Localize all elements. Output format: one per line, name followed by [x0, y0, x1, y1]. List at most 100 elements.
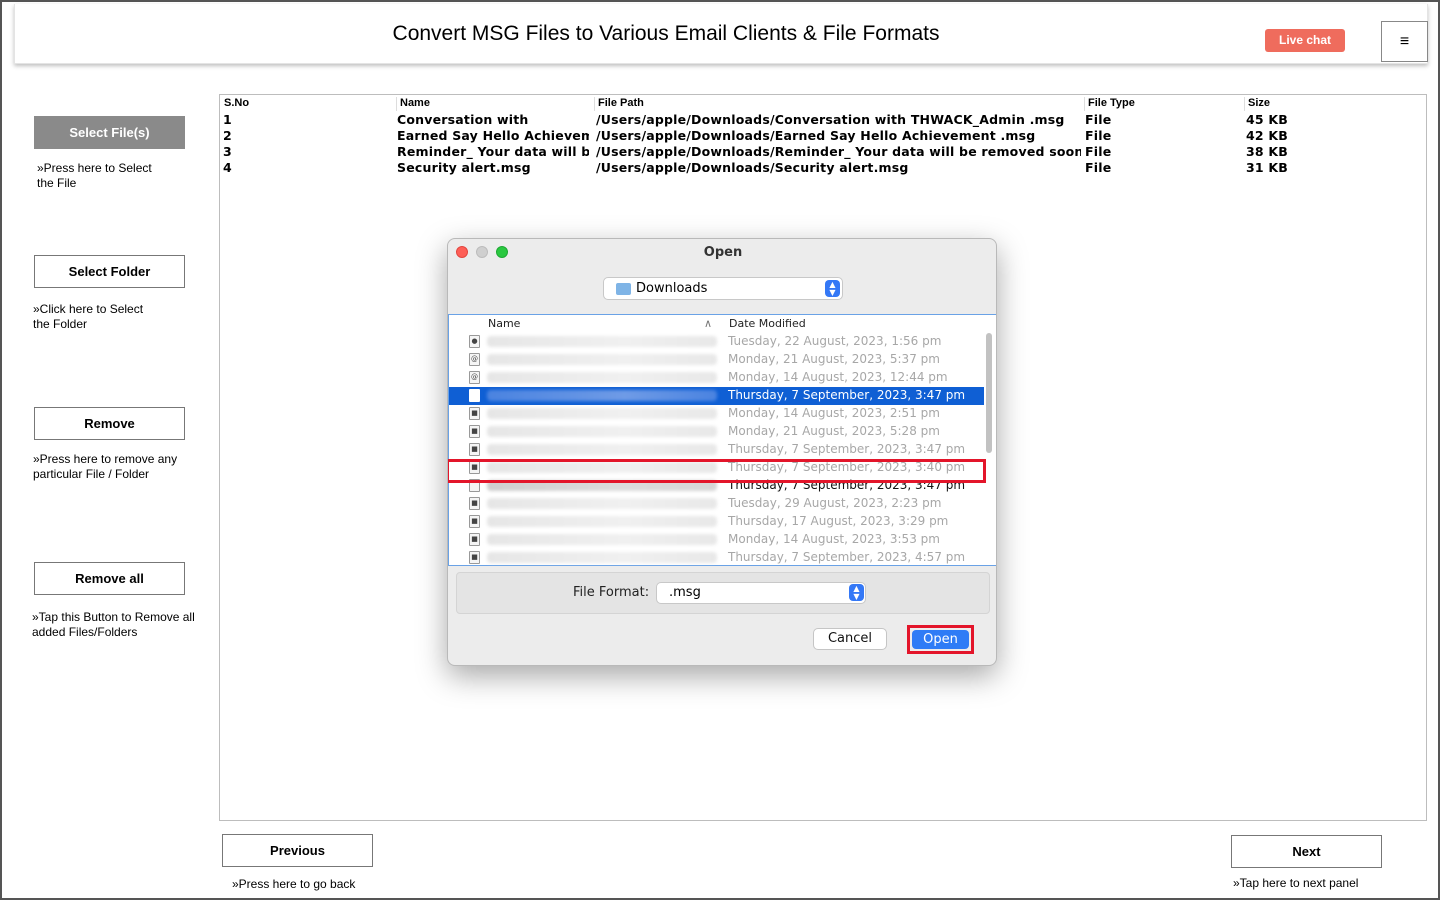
live-chat-button[interactable]: Live chat: [1265, 29, 1345, 52]
cell-name: Earned Say Hello Achievement: [397, 128, 589, 143]
locked-file-icon: ■: [469, 443, 480, 456]
remove-button[interactable]: Remove: [34, 407, 185, 440]
file-list-row[interactable]: @ Monday, 14 August, 2023, 12:44 pm: [449, 369, 984, 387]
cell-path: /Users/apple/Downloads/Conversation with…: [596, 112, 1065, 127]
app-window: Convert MSG Files to Various Email Clien…: [0, 0, 1440, 900]
location-dropdown[interactable]: Downloads ▲ ▼: [603, 277, 843, 300]
file-date-modified: Monday, 21 August, 2023, 5:28 pm: [728, 424, 940, 438]
cell-path: /Users/apple/Downloads/Security alert.ms…: [596, 160, 909, 175]
locked-file-icon: ■: [469, 497, 480, 510]
file-list-row[interactable]: ■ Monday, 21 August, 2023, 5:28 pm: [449, 423, 984, 441]
locked-file-icon: ■: [469, 425, 480, 438]
file-date-modified: Monday, 21 August, 2023, 5:37 pm: [728, 352, 940, 366]
file-format-label: File Format:: [573, 585, 650, 600]
dialog-title: Open: [703, 245, 743, 260]
cell-size: 42 KB: [1246, 128, 1288, 143]
file-name-blurred: [487, 372, 717, 383]
file-list-row[interactable]: ■ Thursday, 7 September, 2023, 4:57 pm: [449, 549, 984, 567]
file-date-modified: Tuesday, 29 August, 2023, 2:23 pm: [728, 496, 942, 510]
file-name-blurred: [487, 354, 717, 365]
next-button[interactable]: Next: [1231, 835, 1382, 868]
file-list-row[interactable]: ● Tuesday, 22 August, 2023, 1:56 pm: [449, 333, 984, 351]
selected-row-highlight: [448, 459, 986, 483]
file-browser-list[interactable]: Name ∧ Date Modified ● Tuesday, 22 August…: [448, 314, 996, 567]
file-list-row[interactable]: Thursday, 7 September, 2023, 3:47 pm: [449, 387, 984, 405]
previous-hint: »Press here to go back: [232, 877, 356, 891]
column-header-size[interactable]: Size: [1244, 97, 1270, 111]
file-name-blurred: [487, 426, 717, 437]
contact-file-icon: @: [469, 353, 480, 366]
location-label: Downloads: [636, 281, 708, 296]
cell-sno: 4: [223, 160, 232, 175]
file-date-modified: Monday, 14 August, 2023, 3:53 pm: [728, 532, 940, 546]
cell-name: Reminder_ Your data will be: [397, 144, 589, 159]
select-files-button[interactable]: Select File(s): [34, 116, 185, 149]
column-header-name[interactable]: Name: [396, 97, 430, 111]
column-header-name[interactable]: Name: [488, 317, 520, 330]
file-date-modified: Monday, 14 August, 2023, 2:51 pm: [728, 406, 940, 420]
select-folder-hint: »Click here to Select the Folder: [33, 302, 144, 331]
remove-all-button[interactable]: Remove all: [34, 562, 185, 595]
locked-file-icon: ■: [469, 515, 480, 528]
folder-icon: [616, 283, 631, 295]
cell-size: 45 KB: [1246, 112, 1288, 127]
cell-size: 31 KB: [1246, 160, 1288, 175]
column-header-date-modified[interactable]: Date Modified: [729, 317, 806, 330]
column-header-sno[interactable]: S.No: [221, 97, 249, 111]
table-row[interactable]: 4 Security alert.msg /Users/apple/Downlo…: [220, 160, 1420, 176]
open-file-dialog[interactable]: Open Downloads ▲ ▼ Name ∧ Date Modified ●…: [447, 238, 997, 666]
file-list-row[interactable]: ■ Thursday, 17 August, 2023, 3:29 pm: [449, 513, 984, 531]
file-date-modified: Monday, 14 August, 2023, 12:44 pm: [728, 370, 948, 384]
cancel-button[interactable]: Cancel: [813, 628, 887, 650]
file-name-blurred: [487, 336, 717, 347]
dropdown-stepper-icon: ▲ ▼: [849, 584, 864, 601]
cell-sno: 2: [223, 128, 232, 143]
cell-type: File: [1085, 112, 1112, 127]
table-row[interactable]: 2 Earned Say Hello Achievement /Users/ap…: [220, 128, 1420, 144]
file-name-blurred: [487, 444, 717, 455]
table-row[interactable]: 1 Conversation with /Users/apple/Downloa…: [220, 112, 1420, 128]
scrollbar[interactable]: [986, 333, 992, 453]
cell-sno: 1: [223, 112, 232, 127]
file-list-row[interactable]: ■ Thursday, 7 September, 2023, 3:47 pm: [449, 441, 984, 459]
contact-file-icon: @: [469, 371, 480, 384]
cell-sno: 3: [223, 144, 232, 159]
sort-ascending-icon[interactable]: ∧: [704, 317, 712, 330]
cell-name: Security alert.msg: [397, 160, 531, 175]
open-button[interactable]: Open: [912, 630, 969, 649]
cell-type: File: [1085, 160, 1112, 175]
file-name-blurred: [487, 552, 717, 563]
locked-file-icon: ■: [469, 551, 480, 564]
file-format-bar: File Format: .msg ▲ ▼: [456, 572, 990, 614]
hamburger-menu-icon[interactable]: ≡: [1381, 21, 1428, 62]
document-icon: [469, 389, 480, 402]
column-header-file-path[interactable]: File Path: [594, 97, 644, 111]
cell-path: /Users/apple/Downloads/Earned Say Hello …: [596, 128, 1036, 143]
cell-path: /Users/apple/Downloads/Reminder_ Your da…: [596, 144, 1081, 159]
table-row[interactable]: 3 Reminder_ Your data will be /Users/app…: [220, 144, 1420, 160]
select-files-hint: »Press here to Select the File: [37, 161, 152, 190]
file-list-row[interactable]: @ Monday, 21 August, 2023, 5:37 pm: [449, 351, 984, 369]
disk-icon: ●: [469, 335, 480, 348]
open-button-highlight: Open: [907, 625, 974, 654]
file-name-blurred: [487, 516, 717, 527]
cell-name: Conversation with: [397, 112, 529, 127]
file-format-dropdown[interactable]: .msg ▲ ▼: [656, 582, 866, 604]
next-hint: »Tap here to next panel: [1233, 876, 1359, 890]
select-folder-button[interactable]: Select Folder: [34, 255, 185, 288]
file-list-row[interactable]: ■ Monday, 14 August, 2023, 3:53 pm: [449, 531, 984, 549]
file-date-modified: Thursday, 17 August, 2023, 3:29 pm: [728, 514, 949, 528]
file-name-blurred: [487, 534, 717, 545]
column-header-file-type[interactable]: File Type: [1084, 97, 1135, 111]
cell-type: File: [1085, 144, 1112, 159]
file-list-row[interactable]: ■ Tuesday, 29 August, 2023, 2:23 pm: [449, 495, 984, 513]
previous-button[interactable]: Previous: [222, 834, 373, 867]
file-list-row[interactable]: ■ Monday, 14 August, 2023, 2:51 pm: [449, 405, 984, 423]
app-title: Convert MSG Files to Various Email Clien…: [392, 22, 940, 45]
cell-size: 38 KB: [1246, 144, 1288, 159]
cell-type: File: [1085, 128, 1112, 143]
file-date-modified: Tuesday, 22 August, 2023, 1:56 pm: [728, 334, 942, 348]
dialog-titlebar[interactable]: Open: [448, 239, 996, 267]
remove-all-hint: »Tap this Button to Remove all added Fil…: [32, 610, 195, 639]
dropdown-stepper-icon: ▲ ▼: [825, 280, 840, 297]
